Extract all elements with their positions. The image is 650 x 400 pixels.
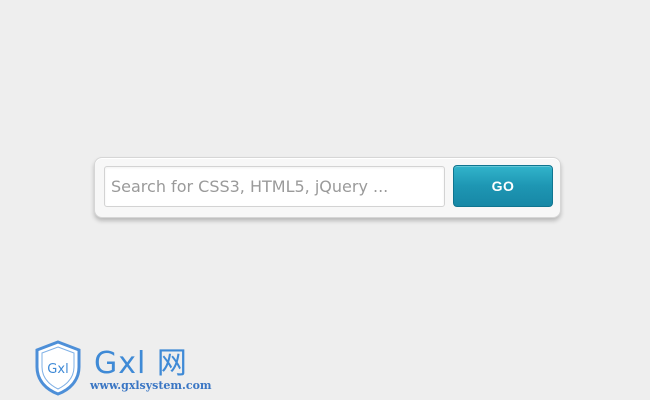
watermark-logo: Gxl Gxl 网 www.gxlsystem.com xyxy=(30,338,230,400)
brand-url: www.gxlsystem.com xyxy=(90,379,212,392)
search-input[interactable] xyxy=(104,166,445,207)
search-panel: GO xyxy=(94,157,561,218)
shield-icon: Gxl xyxy=(35,340,81,396)
brand-name: Gxl 网 xyxy=(94,346,188,381)
shield-logo-text: Gxl xyxy=(47,362,68,377)
go-button[interactable]: GO xyxy=(453,165,553,207)
